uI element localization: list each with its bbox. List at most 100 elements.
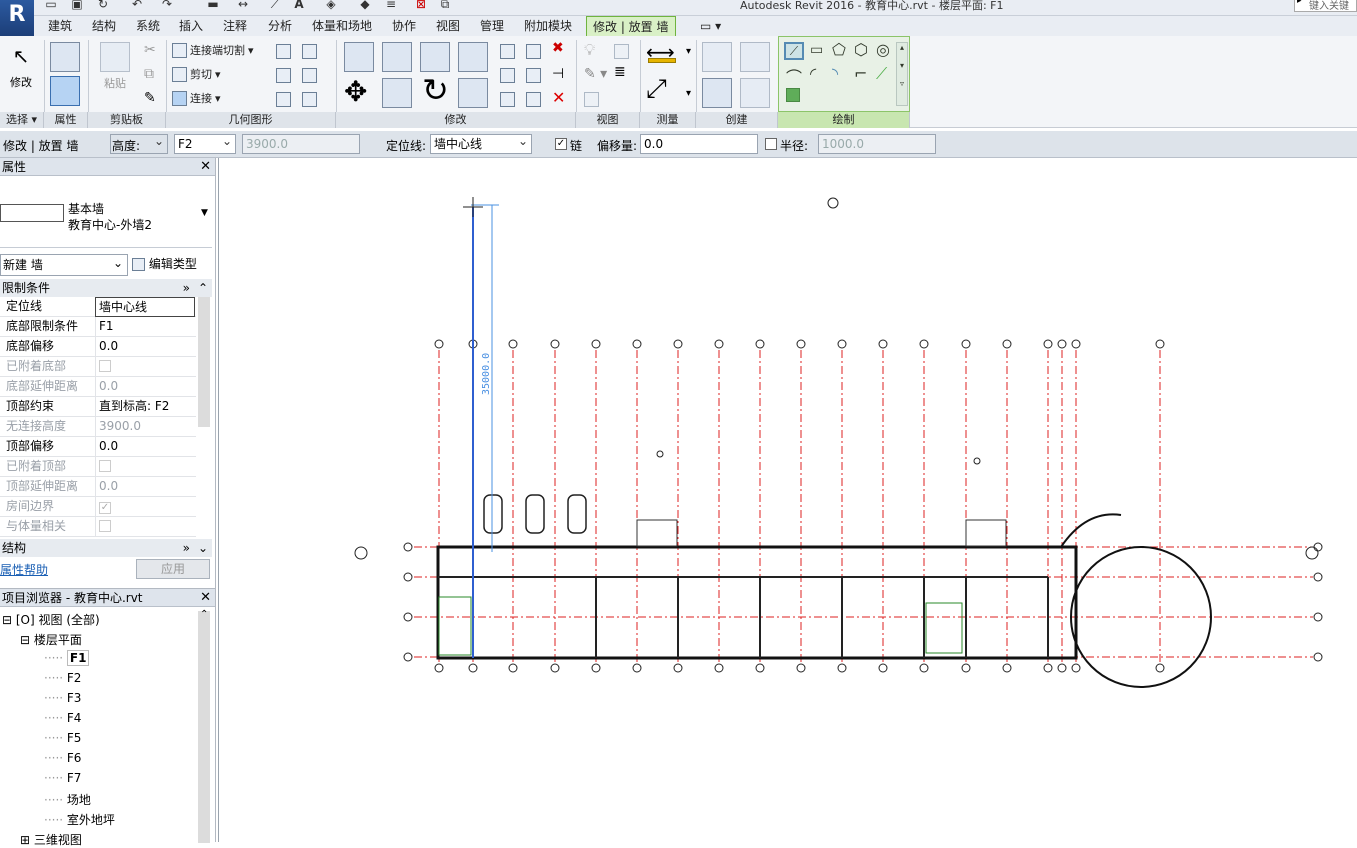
linework-icon[interactable]: ✎ ▾ [584,66,607,82]
property-row[interactable]: 与体量相关 [0,517,196,537]
tab-systems[interactable]: 系统 [130,16,166,36]
tree-item-views-all[interactable]: ⊟ [O] 视图 (全部) [2,611,100,628]
cut-geometry-button[interactable]: 剪切 ▾ [172,66,221,82]
measure-icon[interactable]: ▬ [206,0,220,11]
location-line-select[interactable]: 墙中心线 [430,134,532,154]
join-geometry-button[interactable]: 连接 ▾ [172,90,221,106]
close-icon[interactable]: ✕ [200,158,211,176]
cope-icon[interactable] [276,44,291,59]
tab-insert[interactable]: 插入 [173,16,209,36]
modify-button[interactable]: ↖ 修改 [6,44,36,90]
move-icon[interactable]: ✥ [344,78,367,106]
group-constraints[interactable]: 限制条件» ⌃ [0,279,212,297]
property-value[interactable] [95,517,195,537]
radius-field[interactable]: 1000.0 [818,134,936,154]
delete-icon[interactable]: ✕ [552,88,565,107]
tab-modify-place-wall[interactable]: 修改 | 放置 墙 [586,16,676,36]
trim-multiple-icon[interactable] [526,92,541,107]
tree-item-level[interactable]: ····· F7 [44,771,81,785]
group-structure[interactable]: 结构» ⌄ [0,539,212,557]
split-icon[interactable] [500,44,515,59]
property-row[interactable]: 房间边界 ✓ [0,497,196,517]
search-input[interactable]: 键入关键 [1294,0,1357,12]
circle-icon[interactable]: ◎ [876,40,890,59]
instance-filter-select[interactable]: 新建 墙 ⌄ [0,254,128,276]
text-icon[interactable]: A [292,0,306,11]
align-icon[interactable] [344,42,374,72]
radius-checkbox[interactable] [765,138,777,150]
join-cut-button[interactable]: 连接端切割 ▾ [172,42,254,58]
pick-faces-icon[interactable] [786,88,800,102]
draw-gallery-scroll[interactable]: ▴ ▾ ▿ [896,42,908,106]
section-icon[interactable]: ◆ [358,0,372,11]
property-row[interactable]: 定位线 墙中心线 [0,297,196,317]
property-checkbox[interactable]: ✓ [99,502,111,514]
type-selector[interactable]: 基本墙 教育中心-外墙2 ▼ [0,180,212,248]
tab-analyze[interactable]: 分析 [262,16,298,36]
tree-item-level[interactable]: ····· 场地 [44,791,91,808]
properties-icon[interactable] [50,42,80,72]
tab-panel-toggle[interactable]: ▭ ▾ [694,16,727,36]
view-filter-icon[interactable] [584,92,599,107]
tree-item-level[interactable]: ····· F2 [44,671,81,685]
tab-massing-site[interactable]: 体量和场地 [306,16,378,36]
open-icon[interactable]: ▭ [44,0,58,11]
app-menu-button[interactable]: R [0,0,34,36]
tree-item-level[interactable]: ····· 室外地坪 [44,811,115,828]
property-checkbox[interactable] [99,520,111,532]
tree-item-level[interactable]: ····· F5 [44,731,81,745]
split-gap-icon[interactable] [526,44,541,59]
mirror-draw-icon[interactable] [458,42,488,72]
circumscribed-polygon-icon[interactable]: ⬡ [854,40,868,59]
property-row[interactable]: 已附着底部 [0,357,196,377]
trim-single-icon[interactable] [500,92,515,107]
switch-windows-icon[interactable]: ⧉ [438,0,452,11]
property-row[interactable]: 底部限制条件 F1 [0,317,196,337]
tab-collaborate[interactable]: 协作 [386,16,422,36]
offset-field[interactable]: 0.0 [640,134,758,154]
copy-icon[interactable]: ⧉ [144,66,154,82]
unpin-icon[interactable]: ✖ [552,40,564,56]
tree-item-3d-views[interactable]: ⊞ 三维视图 [20,831,82,848]
dimension-icon[interactable]: ↔ [236,0,250,11]
type-properties-icon[interactable] [50,76,80,106]
edit-type-button[interactable]: 编辑类型 [132,254,212,276]
tree-item-level[interactable]: ····· F4 [44,711,81,725]
property-row[interactable]: 已附着顶部 [0,457,196,477]
tag-icon[interactable]: ⟋ [268,0,282,11]
line-draw-icon[interactable]: ⟋ [784,42,804,60]
save-icon[interactable]: ▣ [70,0,84,11]
create-parts-icon[interactable] [740,42,770,72]
property-checkbox[interactable] [99,360,111,372]
property-row[interactable]: 底部偏移 0.0 [0,337,196,357]
match-properties-icon[interactable]: ✎ [144,90,156,106]
hide-icon[interactable]: 💡︎ [584,40,595,60]
property-row[interactable]: 顶部延伸距离 0.0 [0,477,196,497]
apply-button[interactable]: 应用 [136,559,210,579]
chain-checkbox[interactable]: ✓ [555,138,567,150]
height-value-field[interactable]: 3900.0 [242,134,360,154]
3d-view-icon[interactable]: ◈ [324,0,338,11]
property-value[interactable]: 0.0 [95,477,195,497]
property-value[interactable]: 墙中心线 [95,297,195,317]
inscribed-polygon-icon[interactable]: ⬠ [832,40,846,59]
paste-button[interactable]: 粘贴 [98,42,132,91]
rectangle-icon[interactable]: ▭ [810,42,823,58]
array-icon[interactable] [500,68,515,83]
property-row[interactable]: 无连接高度 3900.0 [0,417,196,437]
property-value[interactable]: 0.0 [95,377,195,397]
trim-extend-icon[interactable] [458,78,488,108]
hammer-icon[interactable] [302,92,317,107]
pick-lines-icon[interactable]: ⟋ [876,64,887,84]
property-row[interactable]: 顶部约束 直到标高: F2 [0,397,196,417]
tab-architecture[interactable]: 建筑 [42,16,78,36]
fillet-arc-icon[interactable]: ⌐ [854,64,867,83]
close-icon[interactable]: ✕ [200,589,211,607]
offset-icon[interactable] [382,42,412,72]
property-value[interactable]: 0.0 [95,437,195,457]
tangent-arc-icon[interactable]: ◝ [832,64,838,83]
scroll-up-icon[interactable]: ⌃ [200,609,208,620]
property-value[interactable]: 直到标高: F2 [95,397,195,417]
paint-icon[interactable] [302,68,317,83]
undo-icon[interactable]: ↶ [130,0,144,11]
